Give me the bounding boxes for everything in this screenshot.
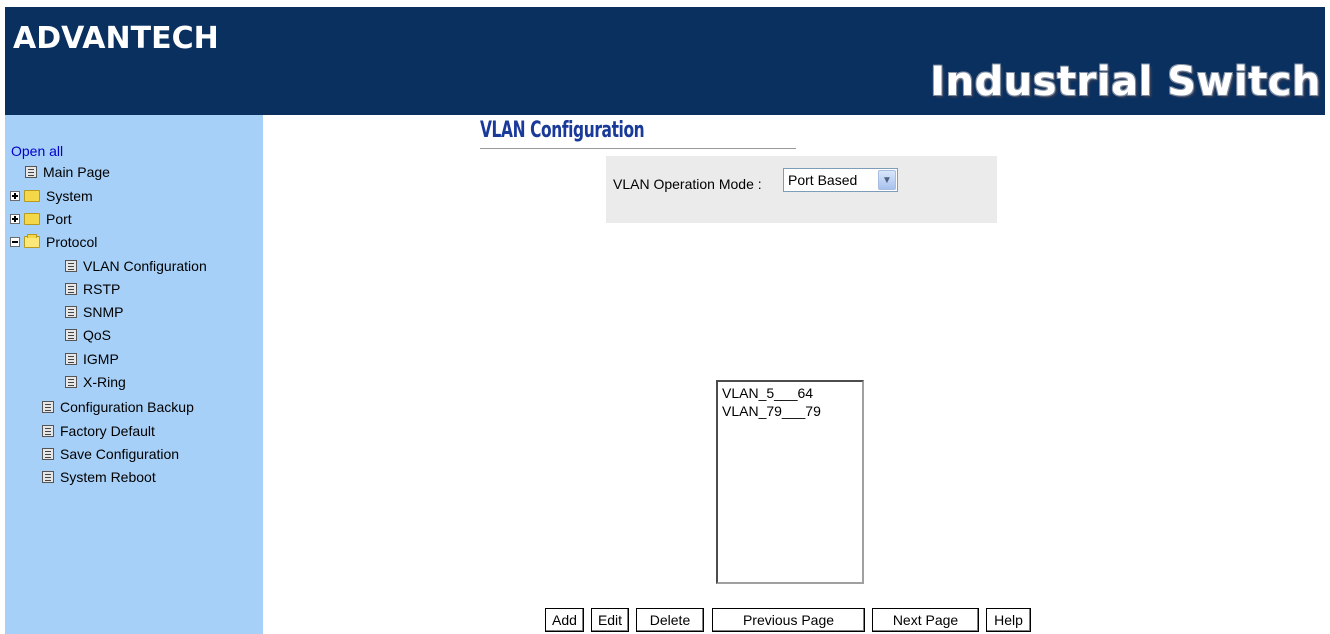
page-icon [65,353,77,365]
page-icon [65,306,77,318]
list-item[interactable]: VLAN_5___64 [722,384,858,402]
sidebar-item-igmp[interactable]: IGMP [65,348,119,370]
title-underline [480,148,796,149]
sidebar-item-system-reboot[interactable]: System Reboot [42,466,156,488]
chevron-down-icon[interactable]: ▼ [878,170,896,190]
page-icon [65,283,77,295]
page-icon [65,260,77,272]
page-icon [25,166,37,178]
sidebar-item-port[interactable]: Port [10,208,72,230]
sidebar-item-label: Factory Default [60,423,155,439]
edit-button[interactable]: Edit [591,608,629,632]
folder-icon [24,190,40,202]
page-icon [42,401,54,413]
sidebar-item-label: QoS [83,327,112,343]
sidebar-item-label: VLAN Configuration [83,258,207,274]
sidebar-item-rstp[interactable]: RSTP [65,278,120,300]
page-icon [42,471,54,483]
open-all-link[interactable]: Open all [11,143,63,159]
folder-open-icon [24,234,40,248]
sidebar-item-label: Protocol [46,234,98,250]
add-button[interactable]: Add [545,608,584,632]
product-title: Industrial Switch [930,59,1321,105]
collapse-icon[interactable] [10,237,20,247]
header-banner: ADVANTECH Industrial Switch [5,7,1325,115]
vlan-mode-select[interactable]: Port Based ▼ [783,168,898,192]
expand-icon[interactable] [10,214,20,224]
sidebar-item-label: X-Ring [83,374,126,390]
brand-logo: ADVANTECH [13,21,219,56]
expand-icon[interactable] [10,191,20,201]
sidebar-item-save-configuration[interactable]: Save Configuration [42,443,179,465]
sidebar-item-label: Save Configuration [60,446,180,462]
sidebar-item-label: System Reboot [60,469,156,485]
sidebar-item-label: RSTP [83,281,121,297]
help-button[interactable]: Help [986,608,1031,632]
delete-button[interactable]: Delete [636,608,704,632]
sidebar-item-label: Port [46,211,72,227]
sidebar-item-label: Configuration Backup [60,399,194,415]
list-item[interactable]: VLAN_79___79 [722,402,858,420]
page-icon [65,329,77,341]
sidebar-item-label: IGMP [83,351,119,367]
page-icon [42,448,54,460]
vlan-listbox[interactable]: VLAN_5___64 VLAN_79___79 [716,380,864,584]
sidebar-item-vlan-configuration[interactable]: VLAN Configuration [65,255,207,277]
sidebar-item-configuration-backup[interactable]: Configuration Backup [42,396,194,418]
folder-icon [24,213,40,225]
sidebar-item-snmp[interactable]: SNMP [65,301,123,323]
sidebar-item-system[interactable]: System [10,185,93,207]
page-icon [42,425,54,437]
sidebar-item-main-page[interactable]: Main Page [25,161,110,183]
sidebar-item-qos[interactable]: QoS [65,324,111,346]
next-page-button[interactable]: Next Page [872,608,979,632]
sidebar-item-label: SNMP [83,304,124,320]
vlan-mode-value: Port Based [788,172,858,188]
sidebar-item-protocol[interactable]: Protocol [10,231,97,253]
page-title: VLAN Configuration [480,118,645,143]
vlan-mode-panel: VLAN Operation Mode : Port Based ▼ [606,156,997,223]
sidebar-item-x-ring[interactable]: X-Ring [65,371,126,393]
sidebar: Open all Main Page System Port Protocol … [5,115,263,634]
previous-page-button[interactable]: Previous Page [712,608,865,632]
sidebar-item-label: System [46,188,93,204]
sidebar-item-label: Main Page [43,164,110,180]
sidebar-item-factory-default[interactable]: Factory Default [42,420,155,442]
page-icon [65,376,77,388]
vlan-mode-label: VLAN Operation Mode : [613,176,762,192]
